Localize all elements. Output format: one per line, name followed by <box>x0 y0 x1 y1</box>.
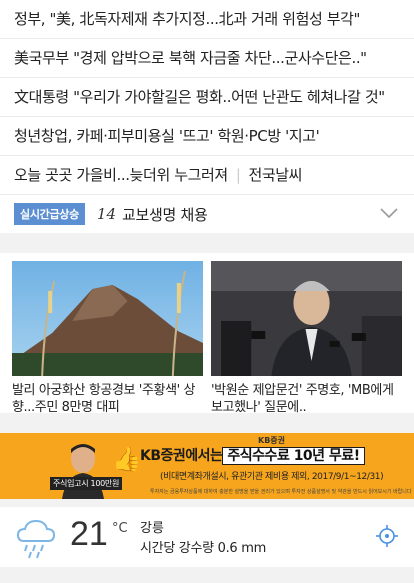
photo-news-caption[interactable]: 발리 아궁화산 항공경보 '주황색' 상향...주민 8만명 대피 <box>12 382 203 416</box>
section-gap <box>0 413 414 433</box>
current-temperature: 21 <box>70 515 108 553</box>
ad-fine-print: 투자자는 금융투자상품에 대하여 충분한 설명을 받을 권리가 있으며 투자전 … <box>150 489 412 495</box>
thumbs-up-icon: 👍 <box>112 445 142 473</box>
ad-headline-highlight: 주식수수료 10년 무료! <box>222 447 365 465</box>
news-headline[interactable]: 文대통령 "우리가 가야할길은 평화..어떤 난관도 헤쳐나갈 것" <box>0 78 414 117</box>
precipitation-info: 시간당 강수량 0.6 mm <box>140 541 266 556</box>
realtime-badge: 실시간급상승 <box>14 203 85 225</box>
trending-keyword[interactable]: 교보생명 채용 <box>122 204 208 225</box>
ad-headline: KB증권에서는 주식수수료 10년 무료! <box>140 445 365 465</box>
news-headline[interactable]: 美국무부 "경제 압박으로 북핵 자금줄 차단...군사수단은.." <box>0 39 414 78</box>
news-headline-list: 정부, "美, 北독자제재 추가지정...北과 거래 위험성 부각" 美국무부 … <box>0 0 414 233</box>
news-headline-text: 文대통령 "우리가 가야할길은 평화..어떤 난관도 헤쳐나갈 것" <box>14 88 385 106</box>
rain-cloud-icon <box>16 519 56 559</box>
ad-headline-prefix: KB증권에서는 <box>140 448 223 464</box>
chevron-down-icon[interactable] <box>380 207 398 219</box>
news-headline-text: 청년창업, 카페·피부미용실 '뜨고' 학원·PC방 '지고' <box>14 127 320 145</box>
trending-rank: 14 <box>96 205 117 223</box>
temperature-unit: °C <box>112 521 128 536</box>
news-headline[interactable]: 정부, "美, 北독자제재 추가지정...北과 거래 위험성 부각" <box>0 0 414 39</box>
photo-news-cards: 발리 아궁화산 항공경보 '주황색' 상향...주민 8만명 대피 '박원순 제… <box>0 253 414 415</box>
news-headline-link[interactable]: 오늘 곳곳 가을비...늦더위 누그러져 <box>14 166 228 184</box>
press-photo[interactable] <box>211 261 402 376</box>
locate-icon[interactable] <box>376 525 398 547</box>
news-headline[interactable]: 청년창업, 카페·피부미용실 '뜨고' 학원·PC방 '지고' <box>0 117 414 156</box>
section-gap <box>0 499 414 507</box>
section-gap <box>0 233 414 253</box>
ad-model-image <box>62 444 104 499</box>
weather-widget[interactable]: 21 °C 강릉 시간당 강수량 0.6 mm <box>0 507 414 567</box>
news-headline-text: 정부, "美, 北독자제재 추가지정...北과 거래 위험성 부각" <box>14 10 361 28</box>
volcano-photo[interactable] <box>12 261 203 376</box>
realtime-trending-bar[interactable]: 실시간급상승 14 교보생명 채용 <box>0 194 414 233</box>
weather-location: 강릉 <box>140 521 164 536</box>
photo-news-card[interactable]: '박원순 제압문건' 주명호, 'MB에게 보고했나' 질문에.. <box>211 261 402 415</box>
news-headline: 오늘 곳곳 가을비...늦더위 누그러져 | 전국날씨 <box>0 156 414 194</box>
weather-nationwide-link[interactable]: 전국날씨 <box>248 166 302 184</box>
ad-subtext: (비대면계좌개설시, 유관기관 제비용 제외, 2017/9/1~12/31) <box>160 472 384 482</box>
photo-news-caption[interactable]: '박원순 제압문건' 주명호, 'MB에게 보고했나' 질문에.. <box>211 382 402 416</box>
ad-banner[interactable]: 👍 KB증권 KB증권에서는 주식수수료 10년 무료! (비대면계좌개설시, 유… <box>0 433 414 499</box>
ad-tag: 주식입고시 100만원 <box>50 477 123 490</box>
divider: | <box>235 166 241 184</box>
photo-news-card[interactable]: 발리 아궁화산 항공경보 '주황색' 상향...주민 8만명 대피 <box>12 261 203 415</box>
news-headline-text: 美국무부 "경제 압박으로 북핵 자금줄 차단...군사수단은.." <box>14 49 367 67</box>
